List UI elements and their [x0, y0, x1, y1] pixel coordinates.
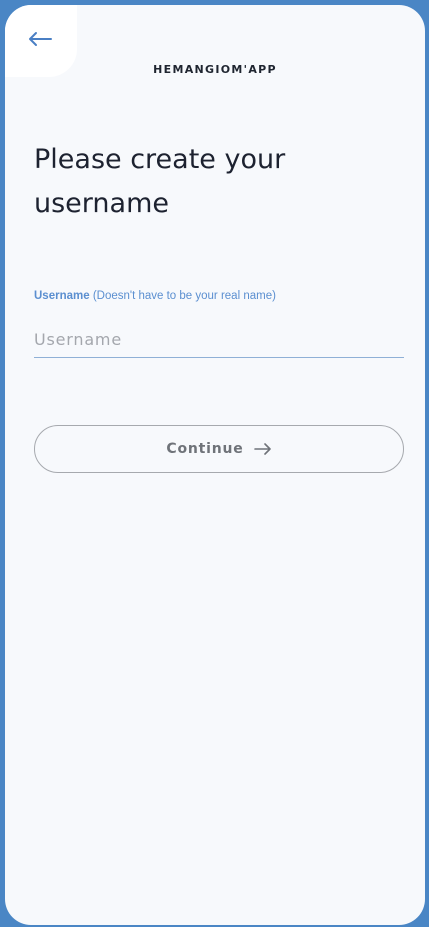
app-screen: HEMANGIOM'APP Please create your usernam…: [5, 5, 425, 925]
username-label-strong: Username: [34, 290, 90, 302]
username-input[interactable]: [34, 322, 404, 358]
app-name: HEMANGIOM'APP: [153, 63, 277, 76]
continue-button[interactable]: Continue: [34, 425, 404, 473]
page-title: Please create your username: [34, 144, 286, 219]
arrow-left-icon: [29, 32, 52, 46]
continue-button-label: Continue: [166, 441, 244, 457]
username-label: Username (Doesn't have to be your real n…: [34, 290, 276, 302]
arrow-right-icon: [253, 443, 271, 455]
username-label-hint: (Doesn't have to be your real name): [89, 290, 276, 302]
